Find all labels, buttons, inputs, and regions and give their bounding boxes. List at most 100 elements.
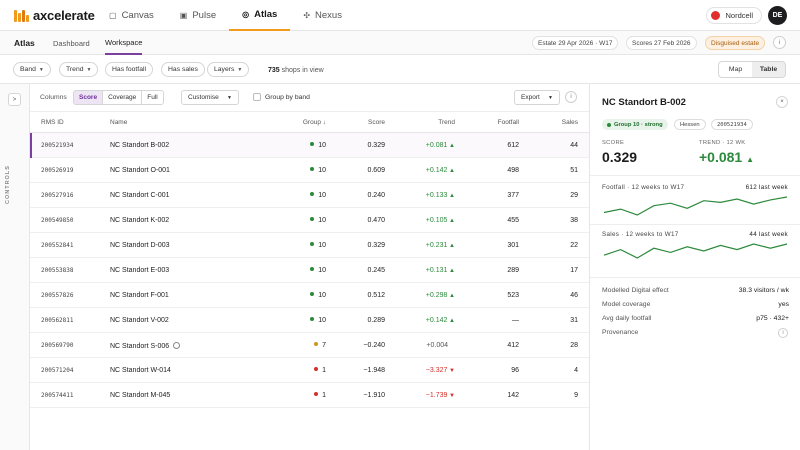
group-dot-icon (310, 292, 315, 296)
name-cell: NC Standort B-002 (110, 142, 170, 149)
group-by-band-toggle[interactable]: Group by band (253, 93, 310, 101)
group-cell: 10 (310, 167, 326, 174)
info-icon[interactable]: i (773, 36, 786, 49)
footfall-last-week: 612 last week (745, 184, 788, 191)
has-footfall-filter[interactable]: Has footfall (105, 62, 154, 77)
score-cell: −1.948 (363, 367, 385, 374)
sparkline-path (603, 196, 788, 216)
coverage-columns-button[interactable]: Coverage (103, 91, 143, 104)
trend-filter[interactable]: Trend ▼ (59, 62, 99, 77)
score-columns-button[interactable]: Score (74, 91, 104, 104)
footfall-cell: 96 (511, 367, 519, 374)
score-cell: −0.240 (363, 342, 385, 349)
trend-up-icon: ▲ (447, 268, 455, 274)
group-cell: 7 (314, 342, 326, 349)
table-row[interactable]: 200574411 NC Standort M-045 1 −1.910 −1.739 … (30, 383, 589, 408)
estate-date-chip: Estate 29 Apr 2026 · W17 (532, 36, 619, 50)
table-row[interactable]: 200527916 NC Standort C-001 10 0.240 +0.133 … (30, 183, 589, 208)
trend-down-icon: ▼ (447, 393, 455, 399)
controls-rail: > CONTROLS (0, 84, 30, 450)
nav-atlas[interactable]: ◎ Atlas (229, 0, 291, 31)
avatar[interactable]: DE (768, 6, 787, 25)
footfall-cell: 612 (507, 142, 519, 149)
logo[interactable]: axcelerate (14, 8, 95, 23)
rms-id-cell: 200552841 (41, 242, 74, 249)
pulse-icon: ▣ (179, 11, 188, 20)
main-nav: ▢ Canvas ▣ Pulse ◎ Atlas ✣ Nexus (96, 0, 355, 31)
sales-chart-title: Sales · 12 weeks to W17 (602, 231, 679, 238)
rms-id-cell: 200562811 (41, 317, 74, 324)
col-sales[interactable]: Sales (562, 119, 578, 126)
table-row[interactable]: 200526919 NC Standort O-001 10 0.609 +0.142 … (30, 158, 589, 183)
band-filter[interactable]: Band ▼ (13, 62, 51, 77)
table-row[interactable]: 200562811 NC Standort V-002 10 0.289 +0.142 … (30, 308, 589, 333)
tab-workspace[interactable]: Workspace (105, 31, 143, 55)
name-cell: NC Standort C-001 (110, 192, 170, 199)
footfall-sparkline (603, 196, 788, 216)
group-dot-icon (310, 192, 315, 196)
table-row[interactable]: 200521934 NC Standort B-002 10 0.329 +0.081 … (30, 133, 589, 158)
group-cell: 1 (314, 367, 326, 374)
rms-id-cell: 200549850 (41, 217, 74, 224)
disguised-estate-badge: Disguised estate (705, 36, 766, 50)
col-name[interactable]: Name (110, 119, 127, 126)
table-view-button[interactable]: Table (752, 62, 785, 77)
name-cell: NC Standort E-003 (110, 267, 170, 274)
detail-row-digital-effect: Modelled Digital effect 38.3 visitors / w… (602, 287, 789, 294)
col-footfall[interactable]: Footfall (498, 119, 519, 126)
chevron-down-icon: ▼ (227, 94, 232, 101)
map-view-button[interactable]: Map (719, 62, 752, 77)
table-row[interactable]: 200549850 NC Standort K-002 10 0.470 +0.105 … (30, 208, 589, 233)
chevron-down-icon: ▼ (86, 66, 92, 73)
checkbox[interactable] (253, 93, 261, 101)
col-trend[interactable]: Trend (438, 119, 455, 126)
full-columns-button[interactable]: Full (142, 91, 162, 104)
sales-cell: 31 (570, 317, 578, 324)
nav-canvas[interactable]: ▢ Canvas (96, 0, 167, 31)
nav-nexus[interactable]: ✣ Nexus (290, 0, 355, 31)
top-bar: axcelerate ▢ Canvas ▣ Pulse ◎ Atlas ✣ Nexus Nor… (0, 0, 800, 31)
name-cell: NC Standort M-045 (110, 392, 171, 399)
table-row[interactable]: 200571204 NC Standort W-014 1 −1.948 −3.327 … (30, 358, 589, 383)
col-group[interactable]: Group ↓ (303, 119, 326, 126)
info-icon[interactable]: i (778, 328, 788, 338)
col-score[interactable]: Score (368, 119, 385, 126)
sales-cell: 4 (574, 367, 578, 374)
table-row[interactable]: 200569790 NC Standort S-006 7 −0.240 +0.004 4… (30, 333, 589, 358)
chevron-down-icon: ▼ (38, 66, 44, 73)
score-cell: 0.329 (367, 142, 385, 149)
layers-filter[interactable]: Layers ▼ (207, 62, 250, 77)
section-title: Atlas (14, 38, 35, 48)
logo-mark-icon (14, 9, 29, 22)
expand-controls-button[interactable]: > (8, 93, 21, 106)
score-cell: 0.289 (367, 317, 385, 324)
trend-label: TREND · 12 WK (699, 140, 746, 146)
chevron-down-icon: ▼ (548, 94, 553, 101)
table-row[interactable]: 200553838 NC Standort E-003 10 0.245 +0.131 … (30, 258, 589, 283)
nav-pulse[interactable]: ▣ Pulse (167, 0, 229, 31)
name-cell: NC Standort F-001 (110, 292, 169, 299)
id-badge: 200521934 (711, 119, 753, 130)
name-cell: NC Standort S-006 (110, 342, 181, 350)
info-icon[interactable]: i (565, 91, 577, 103)
trend-up-icon: ▲ (746, 155, 755, 164)
has-sales-filter[interactable]: Has sales (161, 62, 205, 77)
group-cell: 10 (310, 217, 326, 224)
group-cell: 10 (310, 292, 326, 299)
close-icon[interactable]: × (776, 96, 788, 108)
table-row[interactable]: 200552841 NC Standort D-003 10 0.329 +0.231 … (30, 233, 589, 258)
trend-cell: +0.133 ▲ (425, 192, 455, 199)
customise-dropdown[interactable]: Customise ▼ (181, 90, 239, 105)
org-switcher[interactable]: Nordcell (706, 7, 762, 24)
column-mode-toggle: Score Coverage Full (73, 90, 164, 105)
group-dot-icon (314, 392, 319, 396)
table-row[interactable]: 200557826 NC Standort F-001 10 0.512 +0.298 … (30, 283, 589, 308)
export-dropdown[interactable]: Export ▼ (514, 90, 560, 105)
columns-label: Columns (40, 94, 67, 101)
tab-dashboard[interactable]: Dashboard (53, 31, 90, 55)
view-toggle: Map Table (718, 61, 786, 78)
col-rms-id[interactable]: RMS ID (41, 119, 64, 126)
divider (590, 175, 800, 176)
sales-cell: 22 (570, 242, 578, 249)
trend-cell: +0.081 ▲ (425, 142, 455, 149)
